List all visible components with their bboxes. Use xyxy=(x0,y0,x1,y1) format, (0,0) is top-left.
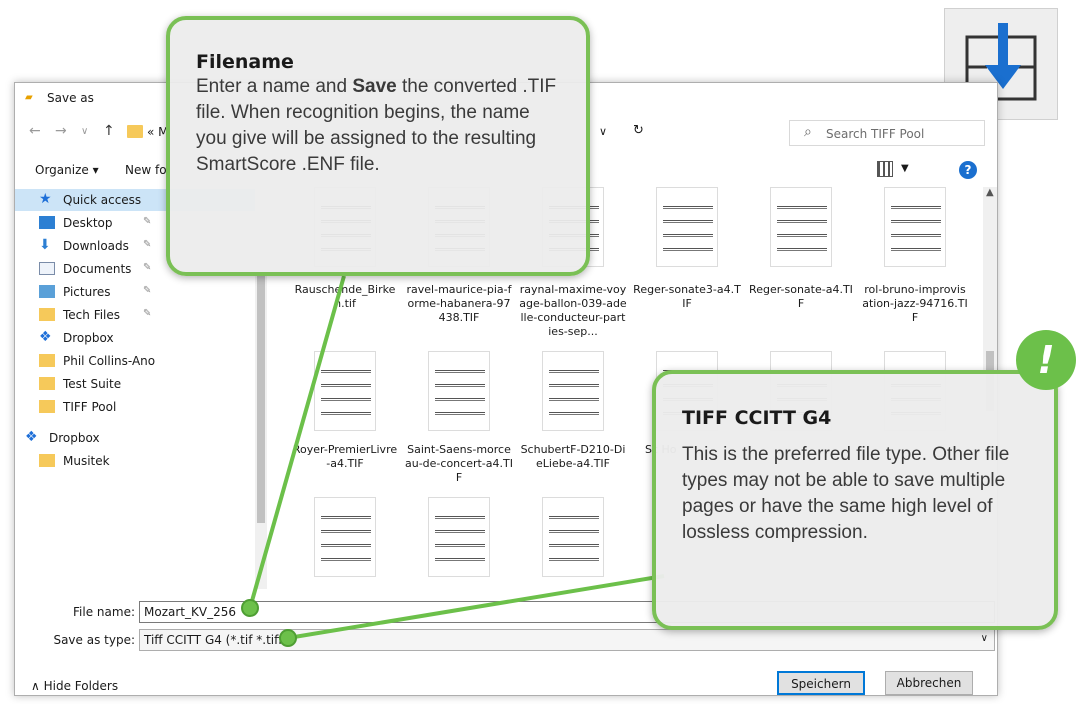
folder-icon xyxy=(39,354,55,367)
file-name: ravel-maurice-pia-forme-habanera-97438.T… xyxy=(406,283,512,324)
help-icon[interactable]: ? xyxy=(959,161,977,179)
sidebar-item-label: TIFF Pool xyxy=(63,400,117,414)
sidebar-item-tiff-pool[interactable]: TIFF Pool xyxy=(39,396,249,418)
chevron-up-icon: ∧ xyxy=(31,679,44,693)
cancel-button[interactable]: Abbrechen xyxy=(885,671,973,695)
up-arrow-icon[interactable]: ↑ xyxy=(103,123,115,139)
save-type-select[interactable]: Tiff CCITT G4 (*.tif *.tiff) ∨ xyxy=(139,629,995,651)
star-icon: ★ xyxy=(39,191,52,207)
filename-callout-title: Filename xyxy=(196,51,294,73)
hide-folders-label: Hide Folders xyxy=(43,679,119,693)
sidebar-item-label: Quick access xyxy=(63,193,142,207)
sidebar-item-label: Documents xyxy=(63,262,132,276)
folder-icon xyxy=(127,125,143,138)
download-icon: ⬇ xyxy=(39,237,51,253)
save-type-label: Save as type: xyxy=(53,633,135,647)
sidebar-item-label: Downloads xyxy=(63,239,129,253)
tiff-callout-body: This is the preferred file type. Other f… xyxy=(682,444,1010,543)
address-dropdown-icon[interactable]: ∨ xyxy=(599,125,607,138)
sidebar-item-test-suite[interactable]: Test Suite xyxy=(39,373,249,395)
new-folder-button[interactable]: New fol xyxy=(125,163,170,177)
filename-body-bold: Save xyxy=(352,76,397,97)
file-thumbnail xyxy=(656,187,718,267)
file-name-label: File name: xyxy=(73,605,135,619)
search-icon: ⌕ xyxy=(804,124,812,140)
filename-pointer-dot xyxy=(241,599,259,617)
pin-icon[interactable]: ✎ xyxy=(143,216,151,227)
recent-locations-icon[interactable]: ∨ xyxy=(81,126,88,137)
file-name: Royer-PremierLivre-a4.TIF xyxy=(292,443,398,470)
organize-button[interactable]: Organize ▾ xyxy=(35,163,99,177)
file-name: Rauschende_Birken.tif xyxy=(294,283,396,310)
back-arrow-icon[interactable]: ← xyxy=(29,123,41,139)
dialog-title: Save as xyxy=(47,91,94,105)
file-thumbnail xyxy=(428,497,490,577)
search-input[interactable]: ⌕ Search TIFF Pool xyxy=(789,120,985,146)
sidebar-item-tech-files[interactable]: Tech Files ✎ xyxy=(39,304,249,326)
sidebar-item-label: Desktop xyxy=(63,216,113,230)
sidebar-item-label: Dropbox xyxy=(49,431,100,445)
file-name: SchubertF-D210-DieLiebe-a4.TIF xyxy=(520,443,626,470)
filename-callout-body: Enter a name and Save the converted .TIF… xyxy=(196,74,560,178)
file-thumbnail xyxy=(314,351,376,431)
sidebar-item-dropbox-root[interactable]: ❖ Dropbox xyxy=(25,427,235,449)
desktop-icon xyxy=(39,216,55,229)
file-thumbnail xyxy=(314,497,376,577)
sidebar-item-label: Test Suite xyxy=(63,377,122,391)
alert-icon: ! xyxy=(1016,330,1076,390)
file-name: Reger-sonate3-a4.TIF xyxy=(633,283,741,310)
filename-callout: Filename Enter a name and Save the conve… xyxy=(166,16,590,276)
app-icon: ▰ xyxy=(25,92,33,103)
file-name: Saint-Saens-morceau-de-concert-a4.TIF xyxy=(405,443,513,484)
tiff-callout: TIFF CCITT G4 This is the preferred file… xyxy=(652,370,1058,630)
file-thumbnail xyxy=(770,187,832,267)
file-name: raynal-maxime-voyage-ballon-039-adelle-c… xyxy=(519,283,627,338)
tiff-pointer-dot xyxy=(279,629,297,647)
filename-body-pre: Enter a name and xyxy=(196,76,353,97)
dropbox-icon: ❖ xyxy=(39,329,52,345)
chevron-down-icon: ∨ xyxy=(980,633,988,644)
file-thumbnail xyxy=(884,187,946,267)
pin-icon[interactable]: ✎ xyxy=(143,285,151,296)
file-name: rol-bruno-improvisation-jazz-94716.TIF xyxy=(862,283,968,324)
pictures-icon xyxy=(39,285,55,298)
tiff-callout-title: TIFF CCITT G4 xyxy=(682,407,832,429)
file-name-value: Mozart_KV_256 xyxy=(144,605,236,619)
scroll-up-icon[interactable]: ▲ xyxy=(986,187,994,198)
sidebar-item-pictures[interactable]: Pictures ✎ xyxy=(39,281,249,303)
save-type-value: Tiff CCITT G4 (*.tif *.tiff) xyxy=(144,633,288,647)
search-placeholder: Search TIFF Pool xyxy=(826,127,925,141)
folder-icon xyxy=(39,308,55,321)
hide-folders-button[interactable]: ∧ Hide Folders xyxy=(31,679,118,693)
view-options-icon[interactable] xyxy=(877,161,893,177)
pin-icon[interactable]: ✎ xyxy=(143,239,151,250)
forward-arrow-icon[interactable]: → xyxy=(55,123,67,139)
documents-icon xyxy=(39,262,55,275)
sidebar-item-phil-collins[interactable]: Phil Collins-Ano xyxy=(39,350,249,372)
pin-icon[interactable]: ✎ xyxy=(143,308,151,319)
file-name: Reger-sonate-a4.TIF xyxy=(749,283,853,310)
sidebar-item-label: Dropbox xyxy=(63,331,114,345)
sidebar-item-musitek[interactable]: Musitek xyxy=(39,450,249,472)
file-thumbnail xyxy=(542,497,604,577)
folder-icon xyxy=(39,400,55,413)
sidebar-item-label: Tech Files xyxy=(63,308,121,322)
sidebar-item-dropbox[interactable]: ❖ Dropbox xyxy=(39,327,249,349)
view-dropdown-icon[interactable]: ▼ xyxy=(901,163,909,174)
refresh-icon[interactable]: ↻ xyxy=(633,123,644,138)
sidebar-scroll-thumb[interactable] xyxy=(257,273,265,523)
file-thumbnail xyxy=(428,351,490,431)
file-thumbnail xyxy=(542,351,604,431)
save-button[interactable]: Speichern xyxy=(777,671,865,695)
sidebar-item-label: Phil Collins-Ano xyxy=(63,354,156,368)
sidebar-item-label: Musitek xyxy=(63,454,110,468)
sidebar-item-label: Pictures xyxy=(63,285,111,299)
dropbox-icon: ❖ xyxy=(25,429,38,445)
folder-icon xyxy=(39,377,55,390)
pin-icon[interactable]: ✎ xyxy=(143,262,151,273)
folder-icon xyxy=(39,454,55,467)
